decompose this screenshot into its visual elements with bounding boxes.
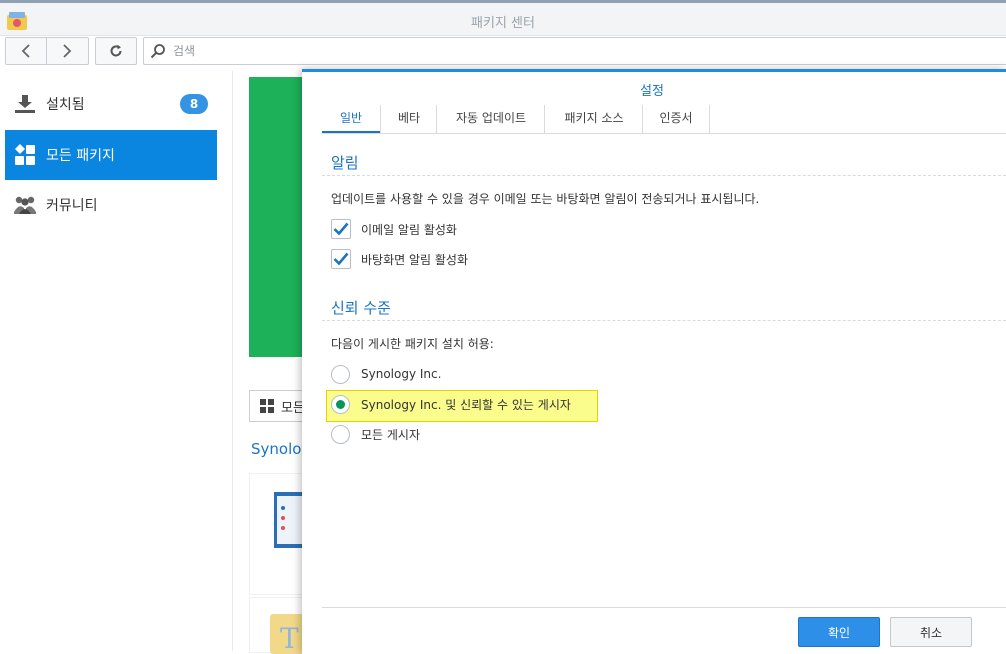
installed-count-badge: 8 bbox=[180, 94, 208, 114]
settings-dialog: 설정 일반 베타 자동 업데이트 패키지 소스 인증서 알림 업데이트를 사용할… bbox=[302, 69, 1006, 654]
alerts-section-title: 알림 bbox=[331, 154, 359, 172]
community-icon bbox=[13, 193, 37, 217]
email-alert-checkbox[interactable] bbox=[331, 219, 351, 239]
toolbar bbox=[0, 36, 1006, 70]
ok-button[interactable]: 확인 bbox=[798, 617, 880, 647]
section-divider bbox=[322, 320, 1006, 321]
search-icon bbox=[150, 44, 165, 59]
navigation-group bbox=[5, 37, 89, 65]
grid-small-icon bbox=[260, 399, 274, 413]
tab-certificate[interactable]: 인증서 bbox=[642, 105, 710, 133]
refresh-button[interactable] bbox=[95, 37, 137, 65]
search-input[interactable] bbox=[171, 41, 775, 61]
search-box bbox=[143, 37, 1006, 65]
checkmark-icon bbox=[333, 222, 349, 236]
section-divider bbox=[322, 175, 1006, 176]
sidebar-item-community[interactable]: 커뮤니티 bbox=[5, 180, 217, 230]
trust-level-description: 다음이 게시한 패키지 설치 허용: bbox=[331, 337, 494, 351]
radio-selected-dot bbox=[336, 399, 345, 409]
desktop-alert-checkbox[interactable] bbox=[331, 249, 351, 269]
refresh-icon bbox=[110, 44, 122, 57]
trust-level-section-title: 신뢰 수준 bbox=[331, 299, 391, 317]
trust-option-label: Synology Inc. bbox=[361, 367, 442, 381]
trust-option-synology-trusted[interactable]: Synology Inc. 및 신뢰할 수 있는 게시자 bbox=[331, 393, 571, 415]
grid-icon bbox=[13, 143, 37, 167]
email-alert-label: 이메일 알림 활성화 bbox=[361, 222, 457, 237]
download-icon bbox=[13, 92, 37, 116]
trust-option-label: Synology Inc. 및 신뢰할 수 있는 게시자 bbox=[361, 397, 571, 412]
tab-bar: 일반 베타 자동 업데이트 패키지 소스 인증서 bbox=[322, 105, 1006, 134]
sidebar-item-label: 커뮤니티 bbox=[46, 198, 98, 214]
featured-banner[interactable] bbox=[249, 77, 304, 357]
forward-button[interactable] bbox=[47, 38, 87, 64]
trust-option-synology[interactable]: Synology Inc. bbox=[331, 363, 441, 385]
sidebar-item-installed[interactable]: 설치됨 8 bbox=[5, 79, 217, 129]
sidebar-item-label: 설치됨 bbox=[46, 97, 85, 113]
window-title: 패키지 센터 bbox=[471, 16, 535, 31]
trust-radio-synology-trusted[interactable] bbox=[331, 394, 350, 414]
sidebar-item-label: 모든 패키지 bbox=[46, 148, 115, 164]
sidebar: 설치됨 8 모든 패키지 커뮤니티 bbox=[0, 71, 233, 651]
desktop-alert-label: 바탕화면 알림 활성화 bbox=[361, 252, 468, 267]
back-button[interactable] bbox=[6, 38, 47, 64]
trust-option-any-publisher[interactable]: 모든 게시자 bbox=[331, 423, 420, 445]
cancel-button[interactable]: 취소 bbox=[890, 617, 972, 647]
package-card[interactable] bbox=[249, 473, 306, 595]
checkmark-icon bbox=[333, 252, 349, 266]
trust-option-label: 모든 게시자 bbox=[361, 427, 421, 442]
tab-package-source[interactable]: 패키지 소스 bbox=[544, 105, 643, 133]
package-icon: T bbox=[270, 614, 304, 654]
title-bar: 패키지 센터 bbox=[0, 3, 1006, 36]
chevron-left-icon bbox=[21, 44, 30, 58]
email-alert-checkbox-row[interactable]: 이메일 알림 활성화 bbox=[331, 218, 457, 240]
package-card[interactable]: T bbox=[249, 597, 306, 654]
sidebar-item-all-packages[interactable]: 모든 패키지 bbox=[5, 130, 217, 180]
alerts-description: 업데이트를 사용할 수 있을 경우 이메일 또는 바탕화면 알림이 전송되거나 … bbox=[331, 192, 760, 206]
svg-text:T: T bbox=[280, 622, 299, 654]
tab-beta[interactable]: 베타 bbox=[380, 105, 437, 133]
footer-divider bbox=[322, 607, 1006, 608]
tab-auto-update[interactable]: 자동 업데이트 bbox=[436, 105, 545, 133]
tab-general[interactable]: 일반 bbox=[322, 105, 380, 133]
dialog-title: 설정 bbox=[640, 84, 664, 99]
trust-radio-any-publisher[interactable] bbox=[331, 424, 350, 444]
desktop-alert-checkbox-row[interactable]: 바탕화면 알림 활성화 bbox=[331, 248, 468, 270]
publisher-section-heading: Synolo bbox=[251, 440, 302, 458]
trust-radio-synology[interactable] bbox=[331, 364, 350, 384]
chevron-right-icon bbox=[63, 44, 72, 58]
package-icon bbox=[274, 492, 304, 548]
